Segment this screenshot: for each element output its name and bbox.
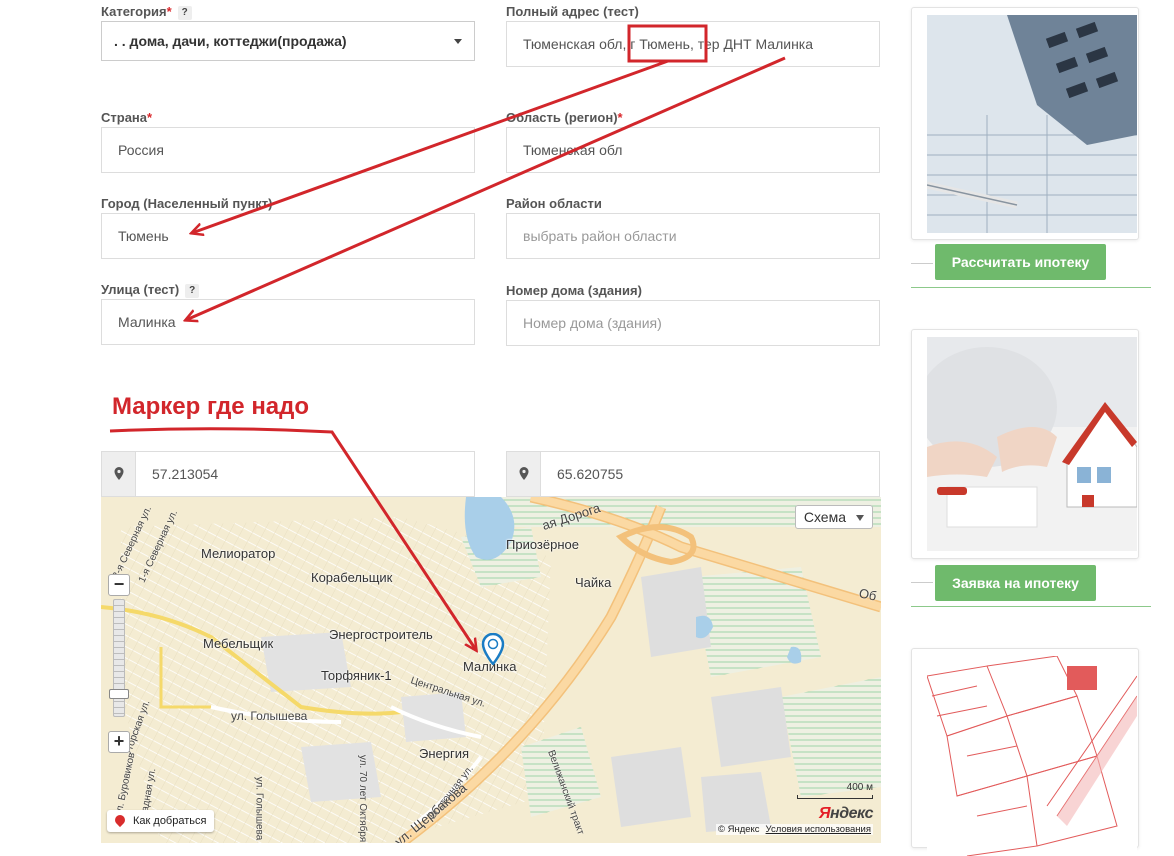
district-label: Район области — [506, 196, 602, 211]
annotation-text: Маркер где надо — [112, 393, 310, 420]
route-button[interactable]: Как добраться — [107, 810, 215, 832]
category-select-value: . . дома, дачи, коттеджи(продажа) — [114, 33, 347, 49]
map-marker-icon[interactable] — [481, 633, 505, 665]
full-address-input[interactable]: Тюменская обл, г Тюмень, тер ДНТ Малинка — [506, 21, 880, 67]
map-place-label: Мелиоратор — [201, 546, 276, 561]
map-copyright: © Яндекс Условия использования — [715, 824, 873, 835]
region-input[interactable]: Тюменская обл — [506, 127, 880, 173]
yandex-logo: Яндекс — [818, 805, 874, 822]
cadastral-map-image — [927, 656, 1137, 856]
map-street-label: ул. Голышева — [231, 709, 308, 723]
category-label: Категория*? — [101, 4, 192, 20]
mortgage-request-button[interactable]: Заявка на ипотеку — [935, 565, 1096, 601]
full-address-label: Полный адрес (тест) — [506, 4, 639, 19]
map-layer-button[interactable]: Схема — [794, 505, 873, 529]
zoom-in-button[interactable]: + — [108, 731, 130, 753]
region-label: Область (регион)* — [506, 110, 623, 125]
map-street-label: ул. 70 лет Октября — [357, 754, 369, 843]
map-place-label: Мебельщик — [203, 636, 274, 651]
calculator-image — [927, 15, 1137, 233]
location-pin-icon — [507, 452, 541, 496]
longitude-field[interactable]: 65.620755 — [506, 451, 880, 497]
help-icon[interactable]: ? — [177, 6, 192, 20]
mortgage-calc-button[interactable]: Рассчитать ипотеку — [935, 244, 1106, 280]
yandex-map[interactable]: Мелиоратор Корабельщик Мебельщик Энергос… — [101, 497, 881, 843]
sidebar-card-calculator — [911, 7, 1139, 240]
map-place-label: Энергия — [419, 746, 470, 761]
street-input[interactable]: Малинка — [101, 299, 475, 345]
map-place-label: Корабельщик — [311, 570, 393, 585]
city-label: Город (Населенный пункт) — [101, 196, 273, 211]
sidebar-card-mortgage — [911, 329, 1139, 559]
map-place-label: Торфяник-1 — [321, 668, 392, 683]
category-select[interactable]: . . дома, дачи, коттеджи(продажа) — [101, 21, 475, 61]
house-signing-image — [927, 337, 1137, 551]
latitude-value: 57.213054 — [152, 466, 219, 482]
district-select[interactable]: выбрать район области — [506, 213, 880, 259]
house-number-label: Номер дома (здания) — [506, 283, 642, 298]
terms-link[interactable]: Условия использования — [766, 824, 871, 835]
city-input[interactable]: Тюмень — [101, 213, 475, 259]
help-icon[interactable]: ? — [185, 284, 200, 298]
house-number-input[interactable]: Номер дома (здания) — [506, 300, 880, 346]
location-pin-icon — [102, 452, 136, 496]
map-scale: 400 м — [797, 782, 873, 799]
street-label: Улица (тест)? — [101, 282, 200, 298]
sidebar-card-cadastral — [911, 648, 1139, 856]
country-input[interactable]: Россия — [101, 127, 475, 173]
map-place-label: Приозёрное — [506, 537, 579, 552]
zoom-out-button[interactable]: − — [108, 574, 130, 596]
latitude-field[interactable]: 57.213054 — [101, 451, 475, 497]
map-place-label: Чайка — [575, 575, 612, 590]
location-pin-icon — [112, 812, 128, 828]
zoom-slider-handle[interactable] — [109, 689, 129, 699]
chevron-down-icon — [856, 515, 864, 521]
country-label: Страна* — [101, 110, 153, 125]
map-street-label: ул. Голышева — [253, 776, 265, 841]
chevron-down-icon — [454, 39, 462, 44]
map-place-label: Энергостроитель — [329, 627, 433, 642]
longitude-value: 65.620755 — [557, 466, 624, 482]
zoom-slider[interactable] — [113, 599, 125, 717]
